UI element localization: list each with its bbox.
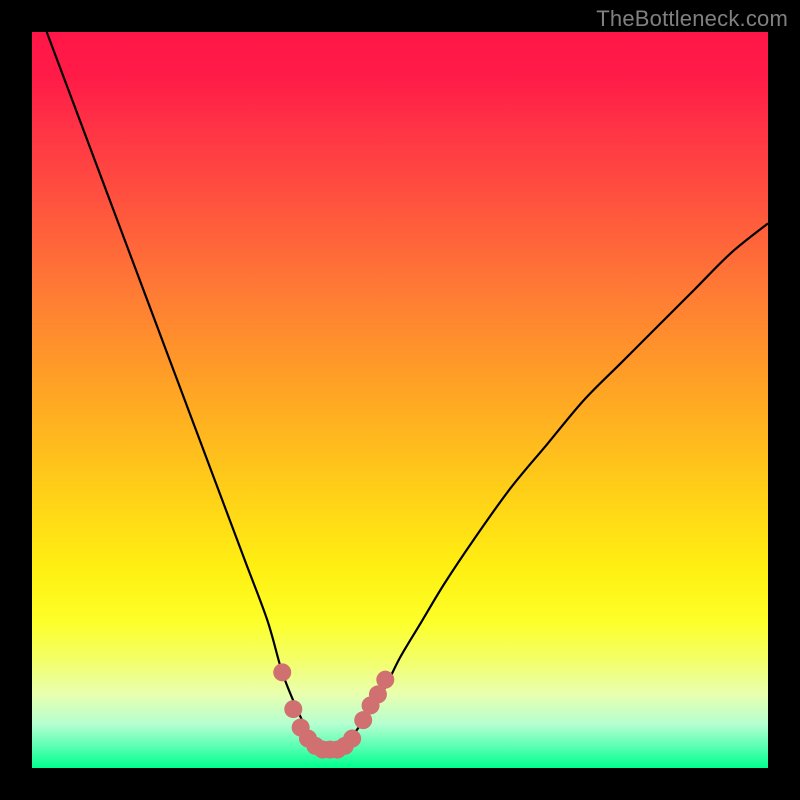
chart-frame: TheBottleneck.com <box>0 0 800 800</box>
chart-overlay <box>32 32 768 768</box>
highlighted-range-markers <box>273 663 394 758</box>
marker-dot <box>376 671 394 689</box>
marker-dot <box>343 730 361 748</box>
marker-dot <box>284 700 302 718</box>
watermark-text: TheBottleneck.com <box>596 6 788 32</box>
marker-dot <box>273 663 291 681</box>
plot-area <box>32 32 768 768</box>
bottleneck-curve <box>47 32 768 750</box>
